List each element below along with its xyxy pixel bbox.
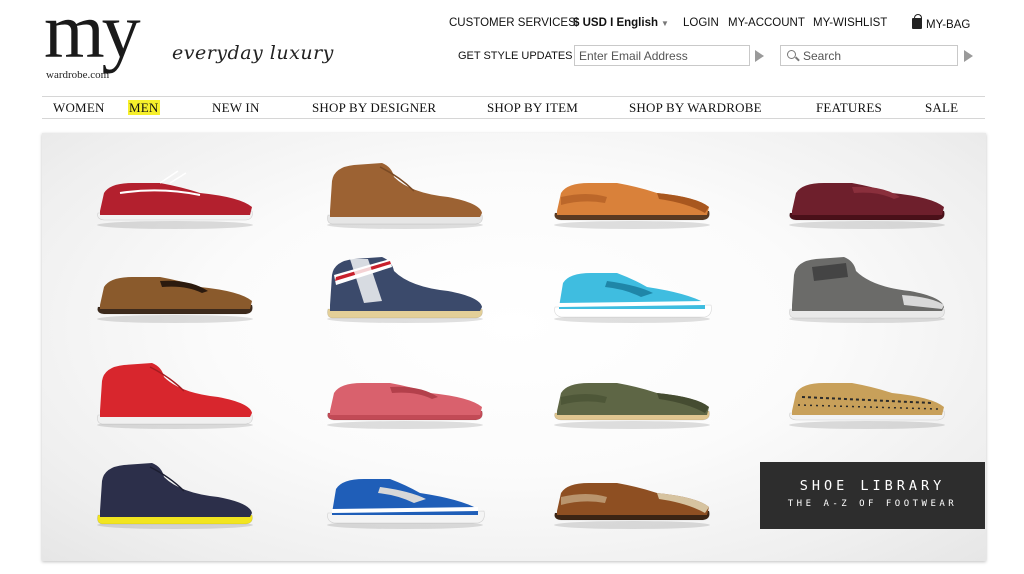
shoe-library-title: SHOE LIBRARY <box>799 478 946 494</box>
email-field[interactable] <box>574 45 750 66</box>
nav-label-sale: SALE <box>925 100 959 115</box>
shoe-library-subtitle: THE A-Z OF FOOTWEAR <box>787 499 958 509</box>
my-wishlist-link[interactable]: MY-WISHLIST <box>813 17 887 29</box>
nav-item-women[interactable]: WOMEN <box>53 100 105 116</box>
main-navigation: WOMEN MEN NEW IN SHOP BY DESIGNER SHOP B… <box>42 96 985 119</box>
product-tile-high-top[interactable] <box>782 247 952 327</box>
search-input[interactable] <box>803 48 953 64</box>
search-icon <box>787 50 796 59</box>
product-tile-chukka[interactable] <box>320 153 490 233</box>
loafer-image <box>789 183 945 229</box>
chukka-image <box>327 163 483 229</box>
product-tile-brogue[interactable] <box>547 153 717 233</box>
customer-services-link[interactable]: CUSTOMER SERVICES <box>449 17 576 29</box>
nav-label-shop-by-wardrobe: SHOP BY WARDROBE <box>629 100 762 115</box>
product-tile-slip-on[interactable] <box>782 353 952 433</box>
currency-language-selector[interactable]: $ USD I English ▼ <box>573 17 669 29</box>
currency-language-label: $ USD I English <box>573 17 658 29</box>
slip-on-image <box>789 383 945 429</box>
my-bag-label: MY-BAG <box>926 19 971 31</box>
sneaker-image <box>554 273 712 323</box>
chukka-image <box>97 463 253 529</box>
union-jack-chukka-image <box>327 257 483 323</box>
nav-item-shop-by-item[interactable]: SHOP BY ITEM <box>487 100 578 116</box>
nav-label-shop-by-designer: SHOP BY DESIGNER <box>312 100 437 115</box>
email-submit-arrow-icon[interactable] <box>755 50 764 62</box>
nav-item-sale[interactable]: SALE <box>925 100 958 116</box>
brogue-image <box>554 183 710 229</box>
sneaker-image <box>327 479 485 529</box>
product-tile-union-jack-chukka[interactable] <box>320 247 490 327</box>
style-updates-label: GET STYLE UPDATES <box>458 50 573 62</box>
bag-icon <box>912 14 922 29</box>
product-tile-chukka[interactable] <box>90 353 260 433</box>
product-tile-sneaker[interactable] <box>320 453 490 533</box>
nav-label-women: WOMEN <box>53 100 105 115</box>
my-account-link[interactable]: MY-ACCOUNT <box>728 17 805 29</box>
shoe-library-banner[interactable]: SHOE LIBRARY THE A-Z OF FOOTWEAR <box>760 462 985 529</box>
caret-down-icon: ▼ <box>661 19 669 28</box>
nav-label-features: FEATURES <box>816 100 882 115</box>
my-bag-link[interactable]: MY-BAG <box>912 14 971 31</box>
nav-label-men: MEN <box>128 100 160 115</box>
product-tile-brogue[interactable] <box>547 353 717 433</box>
brogue-image <box>554 483 710 529</box>
high-top-image <box>789 257 945 323</box>
logo-subtext: wardrobe.com <box>46 69 110 81</box>
chukka-image <box>97 363 253 429</box>
product-tile-chukka[interactable] <box>90 453 260 533</box>
product-tile-loafer[interactable] <box>782 153 952 233</box>
nav-label-new-in: NEW IN <box>212 100 260 115</box>
search-submit-arrow-icon[interactable] <box>964 50 973 62</box>
nav-item-shop-by-wardrobe[interactable]: SHOP BY WARDROBE <box>629 100 762 116</box>
product-tile-brogue[interactable] <box>547 453 717 533</box>
product-tile-sneaker[interactable] <box>547 247 717 327</box>
brogue-image <box>554 383 710 429</box>
nav-label-shop-by-item: SHOP BY ITEM <box>487 100 579 115</box>
nav-item-men[interactable]: MEN <box>128 100 160 116</box>
nav-item-shop-by-designer[interactable]: SHOP BY DESIGNER <box>312 100 436 116</box>
logo-tagline: everyday luxury <box>172 42 334 64</box>
site-logo[interactable]: my wardrobe.com <box>44 0 174 86</box>
product-tile-boat-shoe[interactable] <box>90 153 260 233</box>
nav-item-new-in[interactable]: NEW IN <box>212 100 260 116</box>
logo-wordmark: my <box>44 0 141 74</box>
nav-item-features[interactable]: FEATURES <box>816 100 882 116</box>
loafer-image <box>97 277 253 323</box>
search-box[interactable] <box>780 45 958 66</box>
product-tile-driver[interactable] <box>320 353 490 433</box>
product-tile-loafer[interactable] <box>90 247 260 327</box>
login-link[interactable]: LOGIN <box>683 17 719 29</box>
driver-image <box>327 383 483 429</box>
boat-shoe-image <box>97 170 253 229</box>
